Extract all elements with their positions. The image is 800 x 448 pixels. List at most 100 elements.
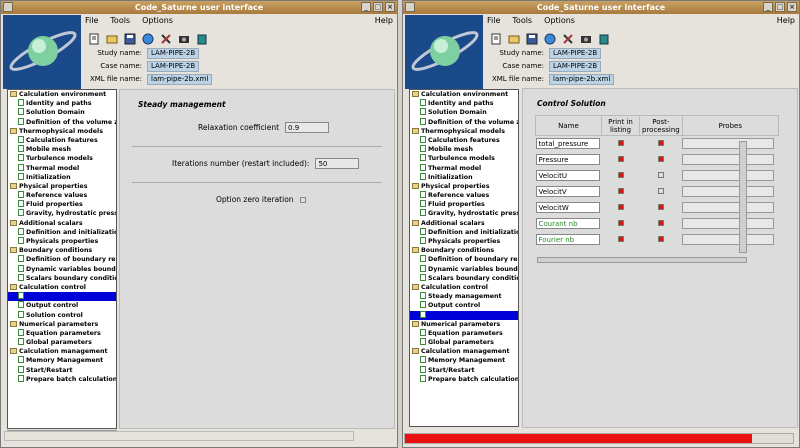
tree-item[interactable]: Equation parameters [410,328,518,338]
iterations-input[interactable] [315,158,360,169]
tree-item[interactable]: Gravity, hydrostatic pressure [410,209,518,218]
print-listing-checkbox[interactable] [617,155,624,162]
tree-item[interactable]: Memory Management [8,356,116,365]
tree-item[interactable]: Turbulence models [410,154,518,163]
variable-name-field[interactable]: VelocitU [535,170,600,181]
camera-icon[interactable] [177,32,190,45]
new-file-icon[interactable] [87,32,100,45]
menu-file[interactable]: File [487,16,500,28]
menu-file[interactable]: File [85,16,98,28]
minimize-button[interactable]: _ [763,2,773,12]
title-bar[interactable]: Code_Saturne user interface _ □ × [1,1,397,14]
probes-field[interactable] [682,186,775,197]
post-processing-checkbox[interactable] [657,139,664,146]
tree-folder[interactable]: Calculation control [410,283,518,292]
tree-item[interactable]: Dynamic variables bound. cond. [410,264,518,274]
title-bar[interactable]: Code_Saturne user interface _ □ × [403,1,799,14]
save-icon[interactable] [525,32,538,45]
zero-iteration-checkbox[interactable] [299,196,306,203]
tree-folder[interactable]: Calculation management [8,347,116,356]
tree-item[interactable]: Identity and paths [410,99,518,108]
probes-field[interactable] [682,202,775,213]
maximize-button[interactable]: □ [775,2,785,12]
tree-item[interactable]: Thermal model [8,163,116,173]
tree-item[interactable]: Global parameters [410,338,518,347]
navigation-tree[interactable]: Calculation environment Identity and path… [409,89,519,427]
tree-item[interactable]: Thermal model [410,163,518,173]
probes-field[interactable] [682,218,775,229]
tree-item[interactable]: Definition of the volume zones [8,117,116,127]
open-folder-icon[interactable] [105,32,118,45]
tree-item[interactable]: Mobile mesh [410,145,518,154]
tree-folder[interactable]: Thermophysical models [8,127,116,136]
tree-item[interactable]: Fluid properties [8,200,116,209]
tree-item[interactable]: Initialization [8,172,116,182]
tree-item[interactable]: Memory Management [410,356,518,365]
tree-folder[interactable]: Boundary conditions [8,246,116,255]
print-listing-checkbox[interactable] [617,219,624,226]
table-vertical-scrollbar[interactable] [739,141,747,253]
tree-item[interactable]: Output control [8,301,116,310]
print-listing-checkbox[interactable] [617,187,624,194]
post-processing-checkbox[interactable] [657,155,664,162]
print-listing-checkbox[interactable] [617,203,624,210]
probes-field[interactable] [682,138,775,150]
tree-item[interactable]: Dynamic variables bound. cond. [8,264,116,274]
post-processing-checkbox[interactable] [657,187,664,194]
close-button[interactable]: × [787,2,797,12]
export-icon[interactable] [597,32,610,45]
menu-tools[interactable]: Tools [110,16,130,28]
globe-icon[interactable] [543,32,556,45]
variable-name-field[interactable]: VelocitV [535,186,600,197]
tree-item[interactable]: Start/Restart [410,365,518,375]
tree-folder[interactable]: Thermophysical models [410,127,518,136]
tree-item[interactable]: Prepare batch calculation [8,374,116,384]
tree-item[interactable]: Start/Restart [8,365,116,375]
tree-item[interactable]: Scalars boundary conditions [410,273,518,283]
probes-field[interactable] [682,154,775,165]
print-listing-checkbox[interactable] [617,235,624,242]
tree-folder[interactable]: Additional scalars [8,219,116,228]
tree-item[interactable]: Initialization [410,172,518,182]
post-processing-checkbox[interactable] [657,203,664,210]
tree-item[interactable]: Definition of boundary regions [410,255,518,264]
save-icon[interactable] [123,32,136,45]
variable-name-field[interactable]: total_pressure [535,138,600,150]
menu-options[interactable]: Options [544,16,575,28]
probes-field[interactable] [682,170,775,181]
tree-item[interactable]: Physicals properties [8,237,116,246]
tree-item[interactable]: Prepare batch calculation [410,374,518,384]
tree-folder[interactable]: Calculation control [8,283,116,292]
tree-folder[interactable]: Numerical parameters [410,320,518,329]
window-menu-button[interactable] [3,2,13,12]
menu-options[interactable]: Options [142,16,173,28]
tree-folder[interactable]: Numerical parameters [8,320,116,329]
tree-item[interactable]: Physicals properties [410,237,518,246]
tools-icon[interactable] [561,32,574,45]
tree-item[interactable]: Solution control [8,310,116,320]
tools-icon[interactable] [159,32,172,45]
tree-folder[interactable]: Physical properties [8,182,116,191]
post-processing-checkbox[interactable] [657,235,664,242]
open-folder-icon[interactable] [507,32,520,45]
tree-folder[interactable]: Physical properties [410,182,518,191]
tree-item[interactable]: Mobile mesh [8,145,116,154]
window-menu-button[interactable] [405,2,415,12]
variable-name-field[interactable]: Courant nb [535,218,600,229]
tree-item[interactable]: Definition of boundary regions [8,255,116,264]
tree-item[interactable]: Equation parameters [8,328,116,338]
globe-icon[interactable] [141,32,154,45]
tree-item[interactable]: Turbulence models [8,154,116,163]
print-listing-checkbox[interactable] [617,139,624,146]
variable-name-field[interactable]: Pressure [535,154,600,165]
print-listing-checkbox[interactable] [617,171,624,178]
tree-item[interactable]: Reference values [410,191,518,200]
tree-item[interactable] [410,310,518,320]
tree-folder[interactable]: Calculation management [410,347,518,356]
minimize-button[interactable]: _ [361,2,371,12]
tree-item[interactable]: Gravity, hydrostatic pressure [8,209,116,218]
tree-folder[interactable]: Additional scalars [410,219,518,228]
menu-help[interactable]: Help [375,16,393,28]
export-icon[interactable] [195,32,208,45]
tree-item[interactable]: Calculation features [410,135,518,145]
